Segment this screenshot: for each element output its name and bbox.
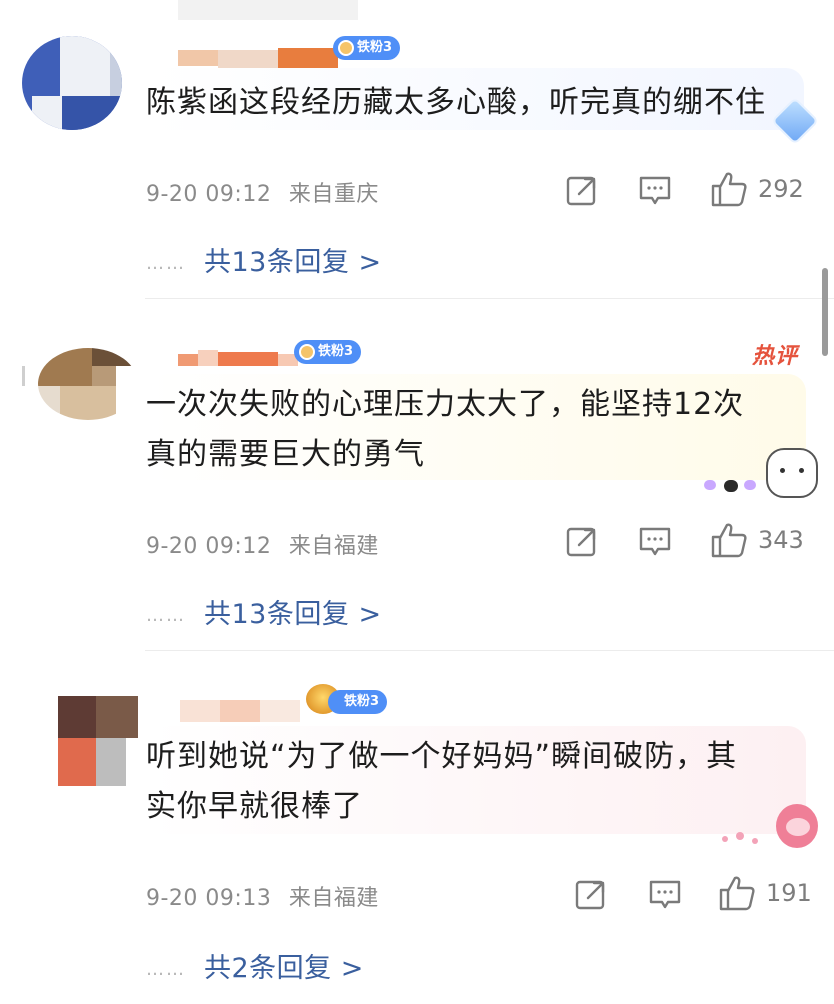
username-blurred[interactable] [178,348,298,368]
comment-date: 9-20 09:13 [146,886,272,911]
comment-icon[interactable] [648,877,682,911]
comment-item: 铁粉3 听到她说“为了做一个好妈妈”瞬间破防，其 实你早就很棒了 9-20 09… [0,652,834,1004]
share-icon[interactable] [574,877,608,911]
comment-meta: 9-20 09:12 来自重庆 [146,176,379,208]
bunny-sticker-icon [704,448,820,502]
share-icon[interactable] [565,524,599,558]
fan-badge[interactable]: 铁粉3 [328,690,388,714]
margin-mark [22,366,25,386]
fan-badge-label: 铁粉3 [357,40,393,55]
comment-location: 来自福建 [288,886,379,911]
comment-item: 铁粉3 热评 一次次失败的心理压力太大了，能坚持12次 真的需要巨大的勇气 9-… [0,300,834,652]
thumbs-up-icon[interactable] [718,874,756,912]
fan-badge[interactable]: 铁粉3 [294,340,362,364]
divider [145,650,834,651]
reply-dots: …… [146,605,186,626]
hot-comment-tag: 热评 [752,344,799,369]
view-replies-link[interactable]: …… 共13条回复 > [146,592,382,631]
avatar[interactable] [58,696,138,790]
avatar[interactable] [38,348,138,420]
comment-item: 铁粉3 陈紫函这段经历藏太多心酸，听完真的绷不住 9-20 09:12 来自重庆… [0,0,834,300]
like-count: 292 [758,175,804,203]
view-replies-link[interactable]: …… 共13条回复 > [146,240,382,279]
username-blurred[interactable] [178,44,338,70]
username-blurred[interactable] [180,700,300,724]
fan-badge-label: 铁粉3 [318,344,354,359]
comment-location: 来自福建 [288,534,379,559]
comment-meta: 9-20 09:12 来自福建 [146,528,379,560]
strawberry-bear-sticker-icon [722,802,822,850]
comment-location: 来自重庆 [288,182,379,207]
comment-icon[interactable] [638,524,672,558]
replies-label: 共13条回复 > [204,247,382,278]
username-blurred-top [178,0,358,20]
comment-date: 9-20 09:12 [146,534,272,559]
divider [145,298,834,299]
comment-text: 听到她说“为了做一个好妈妈”瞬间破防，其 实你早就很棒了 [146,739,738,824]
view-replies-link[interactable]: …… 共2条回复 > [146,946,364,985]
thumbs-up-icon[interactable] [710,521,748,559]
replies-label: 共2条回复 > [204,953,364,984]
comment-text: 陈紫函这段经历藏太多心酸，听完真的绷不住 [146,85,766,120]
fan-badge-label: 铁粉3 [344,694,380,709]
like-count: 191 [766,879,812,907]
avatar[interactable] [22,36,122,130]
reply-dots: …… [146,253,186,274]
comment-meta: 9-20 09:13 来自福建 [146,880,379,912]
comment-icon[interactable] [638,173,672,207]
replies-label: 共13条回复 > [204,599,382,630]
share-icon[interactable] [565,173,599,207]
reply-dots: …… [146,959,186,980]
like-count: 343 [758,526,804,554]
fan-badge[interactable]: 铁粉3 [333,36,401,60]
comment-date: 9-20 09:12 [146,182,272,207]
fan-badge-icon [338,40,354,56]
fan-badge-icon [299,344,315,360]
thumbs-up-icon[interactable] [710,170,748,208]
